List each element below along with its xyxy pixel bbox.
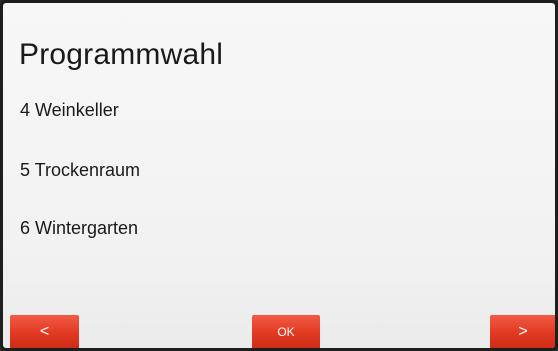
previous-button[interactable]: < — [10, 315, 79, 348]
page-title: Programmwahl — [19, 38, 224, 71]
display-screen: Programmwahl 4 Weinkeller 5 Trockenraum … — [0, 0, 558, 351]
ok-button[interactable]: OK — [252, 315, 320, 348]
menu-item-weinkeller[interactable]: 4 Weinkeller — [20, 99, 119, 121]
menu-item-wintergarten[interactable]: 6 Wintergarten — [20, 217, 138, 239]
menu-item-trockenraum[interactable]: 5 Trockenraum — [20, 159, 140, 181]
next-button[interactable]: > — [490, 315, 555, 348]
